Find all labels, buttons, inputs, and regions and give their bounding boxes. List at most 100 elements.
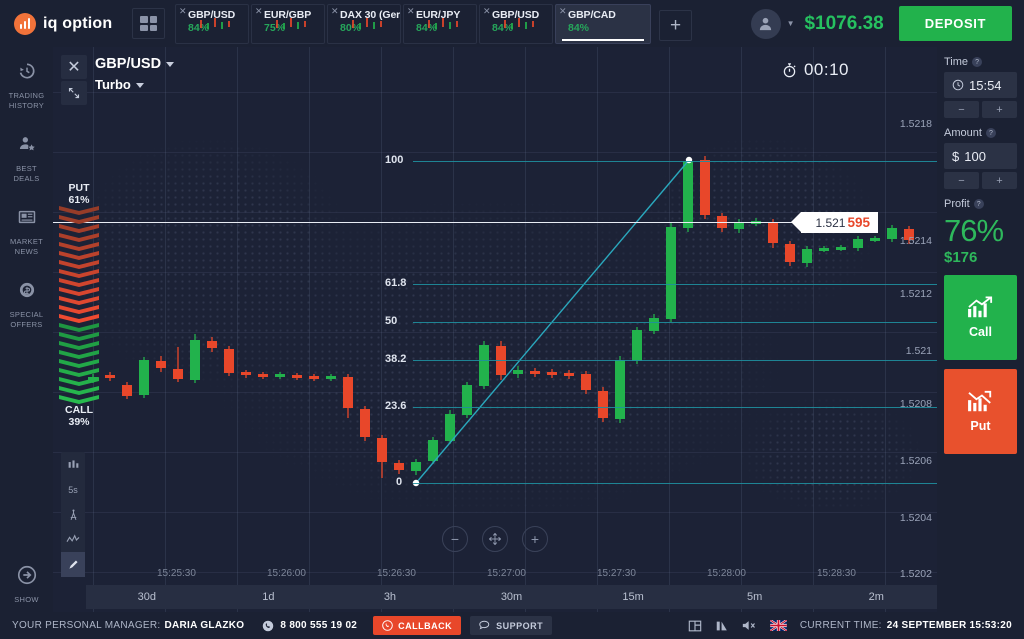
candle-body xyxy=(581,374,591,390)
timeframe-3h[interactable]: 3h xyxy=(329,591,451,603)
news-icon xyxy=(18,210,35,224)
amount-value: 100 xyxy=(964,148,986,164)
brand-logo[interactable]: iq option xyxy=(0,12,132,35)
timeframe-30d[interactable]: 30d xyxy=(86,591,208,603)
candle-body xyxy=(105,375,115,378)
chart-pair-selector[interactable]: GBP/USD xyxy=(95,56,175,72)
sidebar-item-market-news[interactable]: MARKET NEWS xyxy=(0,193,53,266)
candle-body xyxy=(462,385,472,415)
callback-button[interactable]: CALLBACK xyxy=(373,616,462,635)
account-chevron-down-icon[interactable]: ▼ xyxy=(787,19,795,28)
timeframe-bar: 30d 1d 3h 30m 15m 5m 2m xyxy=(86,585,937,609)
manager-name: DARIA GLAZKO xyxy=(164,620,245,631)
trade-panel: Time ? 15:54 − + Amount ? $ 100 − + Prof xyxy=(937,47,1024,612)
sentiment-put-bar xyxy=(59,242,99,251)
sentiment-put-bar xyxy=(59,233,99,242)
support-button[interactable]: SUPPORT xyxy=(470,616,553,635)
asset-tab-gbp-usd[interactable]: ✕ GBP/USD 84% xyxy=(175,4,249,44)
candle-body xyxy=(734,222,744,229)
fib-label-50: 50 xyxy=(385,315,398,327)
chart-area[interactable]: 100 61.8 50 38.2 23.6 0 1.521 595 ✕ GBP/USD T… xyxy=(53,47,937,612)
top-bar-right: ▼ $1076.38 DEPOSIT xyxy=(750,6,1024,41)
timeframe-5m[interactable]: 5m xyxy=(694,591,816,603)
sidebar-item-trading-history[interactable]: TRADING HISTORY xyxy=(0,47,53,120)
tab-close-icon[interactable]: ✕ xyxy=(255,7,263,16)
sentiment-put-bar xyxy=(59,224,99,233)
tab-close-icon[interactable]: ✕ xyxy=(483,7,491,16)
candle-body xyxy=(598,391,608,418)
close-chart-button[interactable]: ✕ xyxy=(61,55,87,79)
grid-view-icon[interactable] xyxy=(132,8,165,39)
expiry-time-field[interactable]: 15:54 xyxy=(944,72,1017,98)
chart-type-icon[interactable] xyxy=(61,452,85,477)
candle-body xyxy=(360,409,370,437)
amount-decrease-button[interactable]: − xyxy=(944,172,979,189)
asset-tab-gbp-usd[interactable]: ✕ GBP/USD 84% xyxy=(479,4,553,44)
sentiment-call-bar xyxy=(59,350,99,359)
time-tick: 15:27:30 xyxy=(597,568,636,579)
amount-help-icon[interactable]: ? xyxy=(985,128,996,138)
left-sidebar: TRADING HISTORY BEST DEALS MARKET NEWS S… xyxy=(0,47,53,612)
zoom-controls: − + xyxy=(53,526,937,552)
add-tab-button[interactable]: + xyxy=(659,10,692,41)
fullscreen-icon[interactable] xyxy=(688,619,702,633)
timeframe-15m[interactable]: 15m xyxy=(572,591,694,603)
support-label: SUPPORT xyxy=(496,620,544,631)
timeframe-1d[interactable]: 1d xyxy=(208,591,330,603)
pan-button[interactable] xyxy=(482,526,508,552)
tab-close-icon[interactable]: ✕ xyxy=(331,7,339,16)
current-price-line xyxy=(53,222,878,223)
price-tick: 1.5214 xyxy=(899,235,932,247)
amount-increase-button[interactable]: + xyxy=(982,172,1017,189)
sound-muted-icon[interactable] xyxy=(742,619,757,632)
timeframe-2m[interactable]: 2m xyxy=(815,591,937,603)
avatar[interactable] xyxy=(750,8,781,39)
collapse-chart-button[interactable] xyxy=(61,81,87,105)
manager-label: YOUR PERSONAL MANAGER: xyxy=(12,620,161,631)
amount-field[interactable]: $ 100 xyxy=(944,143,1017,169)
time-tick: 15:28:00 xyxy=(707,568,746,579)
chart-mode-selector[interactable]: Turbo xyxy=(95,77,144,92)
profit-label: Profit ? xyxy=(944,198,1017,210)
profit-help-icon[interactable]: ? xyxy=(973,199,984,209)
sentiment-call-bar xyxy=(59,368,99,377)
sentiment-call-bar xyxy=(59,377,99,386)
zoom-in-button[interactable]: + xyxy=(522,526,548,552)
candle-body xyxy=(309,376,319,379)
candle-body xyxy=(241,372,251,375)
current-time-label: CURRENT TIME: xyxy=(799,620,882,631)
time-increase-button[interactable]: + xyxy=(982,101,1017,118)
candle-body xyxy=(275,374,285,377)
price-tick: 1.5208 xyxy=(899,398,932,410)
amount-label: Amount ? xyxy=(944,127,1017,139)
call-button[interactable]: Call xyxy=(944,275,1017,360)
tab-close-icon[interactable]: ✕ xyxy=(559,7,567,16)
timeframe-5s-button[interactable]: 5s xyxy=(61,477,85,502)
drawing-icon[interactable] xyxy=(61,502,85,527)
zoom-out-button[interactable]: − xyxy=(442,526,468,552)
indicator-icon[interactable] xyxy=(61,527,85,552)
time-decrease-button[interactable]: − xyxy=(944,101,979,118)
asset-tab-dax-30-german[interactable]: ✕DAX 30 (German80% xyxy=(327,4,401,44)
deposit-button[interactable]: DEPOSIT xyxy=(898,6,1012,41)
timeframe-30m[interactable]: 30m xyxy=(451,591,573,603)
asset-tab-eur-jpy[interactable]: ✕ EUR/JPY 84% xyxy=(403,4,477,44)
sidebar-label-market-news: MARKET NEWS xyxy=(9,237,44,256)
trend-line-handle[interactable] xyxy=(685,156,693,164)
tab-close-icon[interactable]: ✕ xyxy=(179,7,187,16)
sidebar-show-button[interactable]: SHOW xyxy=(0,564,53,604)
candle-body xyxy=(547,372,557,375)
sidebar-item-best-deals[interactable]: BEST DEALS xyxy=(0,120,53,193)
time-help-icon[interactable]: ? xyxy=(972,57,983,67)
put-button[interactable]: Put xyxy=(944,369,1017,454)
candle-body xyxy=(394,463,404,470)
language-flag-icon[interactable] xyxy=(769,620,787,631)
tab-close-icon[interactable]: ✕ xyxy=(407,7,415,16)
manager-phone: 8 800 555 19 02 xyxy=(280,620,358,631)
asset-tab-eur-gbp[interactable]: ✕ EUR/GBP 75% xyxy=(251,4,325,44)
asset-tab-gbp-cad[interactable]: ✕ GBP/CAD 84% xyxy=(555,4,651,44)
chart-settings-icon[interactable] xyxy=(715,619,729,633)
sidebar-item-special-offers[interactable]: SPECIAL OFFERS xyxy=(0,266,53,339)
tab-sparkline xyxy=(276,18,306,29)
time-tick: 15:28:30 xyxy=(817,568,856,579)
